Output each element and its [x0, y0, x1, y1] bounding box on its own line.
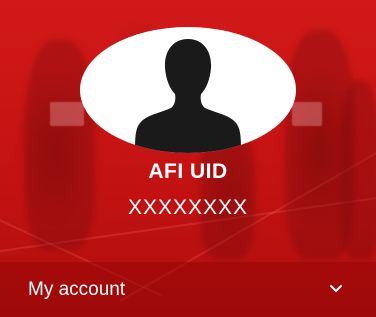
profile-header: AFI UID XXXXXXXX My account — [0, 0, 376, 317]
chevron-down-icon[interactable] — [329, 282, 343, 296]
my-account-toggle[interactable]: My account — [0, 262, 376, 317]
uid-title: AFI UID — [148, 160, 228, 183]
uid-value: XXXXXXXX — [127, 196, 249, 219]
avatar[interactable] — [80, 27, 296, 153]
my-account-label: My account — [28, 279, 126, 300]
user-silhouette-icon — [135, 39, 241, 153]
